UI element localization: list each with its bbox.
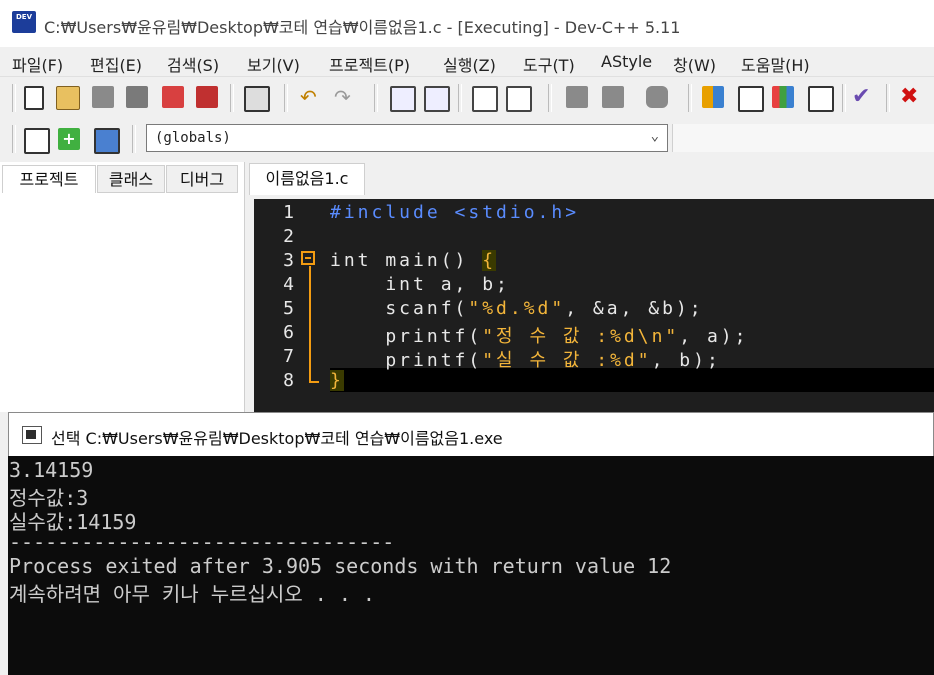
add-file-icon[interactable]: + [58,128,80,150]
toolbar-separator [12,125,16,153]
window-title-bar: DEV C:₩Users₩윤유림₩Desktop₩코테 연습₩이름없음1.c -… [0,0,934,47]
open-file-icon[interactable] [56,86,80,110]
menu-file[interactable]: 파일(F) [12,52,63,76]
menu-view[interactable]: 보기(V) [247,52,300,76]
undo-icon[interactable]: ↶ [300,86,322,108]
save-all-icon[interactable] [126,86,148,108]
line-number: 8 [283,370,294,391]
toolbar-separator [284,84,288,112]
find-icon[interactable] [390,86,416,112]
menu-astyle[interactable]: AStyle [601,52,652,71]
code-line: scanf("%d.%d", &a, &b); [330,298,704,319]
toolbar-separator [548,84,552,112]
console-line: Process exited after 3.905 seconds with … [9,554,672,578]
tab-debug[interactable]: 디버그 [166,165,238,193]
main-toolbar: ↶ ↷ ✔ ✖ [0,76,934,119]
menu-search[interactable]: 검색(S) [167,52,219,76]
menu-edit[interactable]: 편집(E) [90,52,142,76]
close-icon[interactable] [162,86,184,108]
toolbar-separator [842,84,846,112]
code-line: #include <stdio.h> [330,202,580,223]
menu-window[interactable]: 창(W) [673,52,716,76]
menu-tools[interactable]: 도구(T) [523,52,575,76]
toolbar-separator [230,84,234,112]
toolbar-separator [458,84,462,112]
save-icon[interactable] [92,86,114,108]
toolbar-separator [132,125,136,153]
line-number: 7 [283,346,294,367]
console-line: 3.14159 [9,458,94,482]
code-line: } [330,370,344,391]
console-title: 선택 C:₩Users₩윤유림₩Desktop₩코테 연습₩이름없음1.exe [51,429,503,448]
tab-project[interactable]: 프로젝트 [2,165,96,193]
rebuild-icon[interactable] [808,86,834,112]
compile-run-icon[interactable] [772,86,794,108]
secondary-dropdown[interactable] [672,124,934,152]
code-line: int a, b; [330,274,510,295]
toolbar-separator [688,84,692,112]
replace-icon[interactable] [424,86,450,112]
new-project-icon[interactable] [24,128,50,154]
run-icon[interactable] [738,86,764,112]
menu-execute[interactable]: 실행(Z) [443,52,496,76]
new-file-icon[interactable] [24,86,44,110]
console-output[interactable]: 3.14159 정수값:3 실수값:14159 ----------------… [8,456,934,675]
line-number: 4 [283,274,294,295]
print-icon[interactable] [244,86,270,112]
indent-icon[interactable] [566,86,588,108]
goto-function-icon[interactable] [506,86,532,112]
menu-bar: 파일(F) 편집(E) 검색(S) 보기(V) 프로젝트(P) 실행(Z) 도구… [0,47,934,75]
menu-help[interactable]: 도움말(H) [741,52,810,76]
stop-icon[interactable]: ✖ [900,86,922,108]
console-window-icon [22,426,42,444]
menu-project[interactable]: 프로젝트(P) [329,52,410,76]
fold-toggle-icon[interactable] [301,251,315,265]
tab-classes[interactable]: 클래스 [97,165,165,193]
devcpp-app-icon: DEV [12,11,36,33]
console-line: -------------------------------- [9,530,395,554]
console-line: 계속하려면 아무 키나 누르십시오 . . . [9,582,375,606]
compile-icon[interactable] [702,86,724,108]
close-all-icon[interactable] [196,86,218,108]
toolbar-separator [374,84,378,112]
line-number: 3 [283,250,294,271]
line-number: 6 [283,322,294,343]
code-line: printf("정 수 값 :%d\n", a); [330,326,749,347]
toolbar-separator [886,84,890,112]
tab-source-file[interactable]: 이름없음1.c [249,163,365,195]
code-line: int main() { [330,250,497,271]
line-number: 2 [283,226,294,247]
scope-dropdown[interactable]: (globals) ⌄ [146,124,668,152]
window-title: C:₩Users₩윤유림₩Desktop₩코테 연습₩이름없음1.c - [Ex… [44,18,681,37]
scope-dropdown-value: (globals) [155,130,231,146]
goto-line-icon[interactable] [472,86,498,112]
fold-guide-line [309,266,311,383]
remove-file-icon[interactable] [94,128,120,154]
console-title-bar: 선택 C:₩Users₩윤유림₩Desktop₩코테 연습₩이름없음1.exe [8,412,934,456]
project-browser-panel [0,162,245,412]
comment-icon[interactable] [646,86,668,108]
check-icon[interactable]: ✔ [852,86,874,108]
chevron-down-icon[interactable]: ⌄ [651,128,659,144]
unindent-icon[interactable] [602,86,624,108]
line-number: 5 [283,298,294,319]
code-line: printf("실 수 값 :%d", b); [330,350,721,371]
toolbar-separator [12,84,16,112]
line-number: 1 [283,202,294,223]
redo-icon[interactable]: ↷ [334,86,356,108]
fold-guide-end [309,381,319,383]
